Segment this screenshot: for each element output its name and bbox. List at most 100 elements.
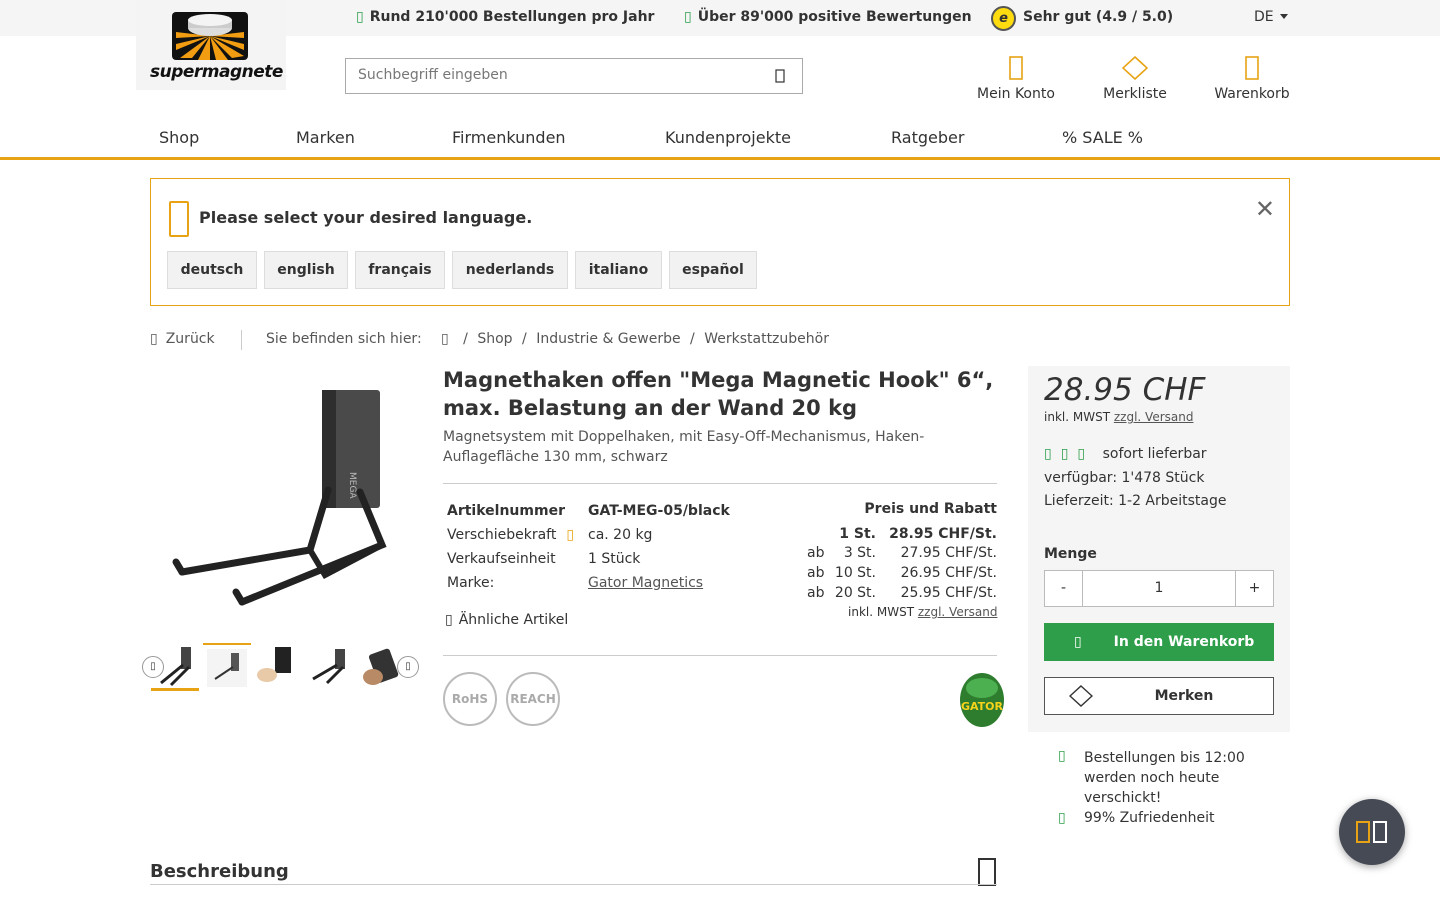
breadcrumb-separator: / <box>522 331 527 347</box>
chat-icon <box>1356 821 1387 843</box>
account-link[interactable]: Mein Konto <box>970 56 1062 102</box>
breadcrumb-separator: / <box>690 331 695 347</box>
product-image[interactable]: MEGA <box>160 380 410 620</box>
thumbnail-next-icon[interactable]: ▯ <box>397 656 419 678</box>
rohs-badge: RoHS <box>443 672 497 726</box>
add-to-cart-button[interactable]: ▯ In den Warenkorb <box>1044 623 1274 661</box>
breadcrumb-intro: Sie befinden sich hier: <box>266 331 422 347</box>
lang-button-deutsch[interactable]: deutsch <box>167 251 257 289</box>
thumbnail-image <box>312 649 345 685</box>
nav-sale[interactable]: % SALE % <box>1062 128 1143 147</box>
thumbs-up-icon: ▯ <box>1058 810 1066 826</box>
shipping-link[interactable]: zzgl. Versand <box>1114 410 1194 424</box>
close-icon[interactable]: ✕ <box>1255 195 1275 223</box>
gator-brand-logo[interactable]: GATOR <box>958 670 1006 728</box>
wishlist-link[interactable]: Merkliste <box>1095 56 1175 102</box>
main-nav: Shop Marken Firmenkunden Kundenprojekte … <box>0 114 1440 160</box>
quantity-plus-button[interactable]: + <box>1235 571 1273 606</box>
breadcrumb-industrie[interactable]: Industrie & Gewerbe <box>536 331 680 347</box>
user-icon <box>1009 56 1023 80</box>
trusted-shops-icon[interactable]: e <box>991 6 1016 31</box>
similar-articles-link[interactable]: ▯ Ähnliche Artikel <box>445 612 568 628</box>
divider <box>443 483 997 484</box>
tag-icon <box>1122 56 1148 80</box>
search-box <box>345 58 803 94</box>
spec-sku-label: Artikelnummer <box>447 503 565 519</box>
main-price: 28.95 CHF <box>1044 372 1206 408</box>
nav-kundenprojekte[interactable]: Kundenprojekte <box>665 128 791 147</box>
nav-marken[interactable]: Marken <box>296 128 355 147</box>
description-heading[interactable]: Beschreibung <box>150 861 289 882</box>
caret-down-icon <box>1279 14 1288 19</box>
lang-button-italiano[interactable]: italiano <box>575 251 662 289</box>
tier-qty: 20 St. <box>834 585 876 601</box>
lang-button-nederlands[interactable]: nederlands <box>452 251 568 289</box>
info-icon[interactable]: ▯ <box>566 527 574 543</box>
availability: ▯▯▯ sofort lieferbar <box>1044 446 1207 462</box>
spec-sku-value: GAT-MEG-05/black <box>588 503 730 519</box>
lang-button-english[interactable]: english <box>264 251 348 289</box>
tier-price: 27.95 CHF/St. <box>900 545 997 561</box>
tier-prefix: ab <box>807 545 825 561</box>
check-icon: ▯ <box>356 9 364 25</box>
breadcrumb-werkstatt[interactable]: Werkstattzubehör <box>704 331 829 347</box>
language-selector[interactable]: DE <box>1254 9 1288 25</box>
breadcrumb-shop[interactable]: Shop <box>477 331 512 347</box>
thumbnail-4[interactable] <box>305 643 353 691</box>
thumbnail-image <box>207 649 247 687</box>
product-subtitle: Magnetsystem mit Doppelhaken, mit Easy-O… <box>443 429 925 465</box>
delivery-time: Lieferzeit: 1-2 Arbeitstage <box>1044 493 1227 509</box>
search-input[interactable] <box>358 67 758 83</box>
benefit-shipping: Bestellungen bis 12:00 werden noch heute… <box>1084 750 1245 806</box>
reach-badge: REACH <box>506 672 560 726</box>
chevron-down-icon[interactable] <box>978 858 996 886</box>
search-icon: ▯ <box>445 612 453 628</box>
check-icon: ▯ <box>684 9 692 25</box>
wishlist-button[interactable]: Merken <box>1044 677 1274 715</box>
price-table-header: Preis und Rabatt <box>864 501 997 517</box>
logo-icon <box>172 12 248 60</box>
shipping-link[interactable]: zzgl. Versand <box>918 605 998 619</box>
search-icon[interactable] <box>772 68 788 84</box>
lightbulb-icon <box>169 201 189 237</box>
tier-price: 26.95 CHF/St. <box>900 565 997 581</box>
lang-button-espanol[interactable]: español <box>669 251 757 289</box>
thumbnail-prev-icon[interactable]: ▯ <box>142 656 164 678</box>
cart-icon: ▯ <box>1074 634 1082 650</box>
language-prompt: Please select your desired language. ✕ d… <box>150 178 1290 306</box>
tag-icon <box>1069 685 1093 707</box>
vat-note: inkl. MWST zzgl. Versand <box>1044 410 1194 424</box>
cart-link[interactable]: Warenkorb <box>1208 56 1296 102</box>
spec-force-label: Verschiebekraft ▯ <box>447 527 575 543</box>
chevron-left-icon: ▯ <box>150 331 158 347</box>
nav-shop[interactable]: Shop <box>159 128 199 147</box>
thumbnail-3[interactable] <box>253 643 301 691</box>
lang-button-francais[interactable]: français <box>355 251 445 289</box>
product-title: Magnethaken offen "Mega Magnetic Hook" 6… <box>443 368 994 420</box>
spec-unit-value: 1 Stück <box>588 551 641 567</box>
gator-logo-text: GATOR <box>961 700 1004 713</box>
usp-reviews: ▯ Über 89'000 positive Bewertungen <box>684 9 972 25</box>
back-link[interactable]: ▯ Zurück <box>150 331 215 347</box>
quantity-stepper: - 1 + <box>1044 570 1274 607</box>
divider <box>150 884 997 885</box>
logo[interactable]: supermagnete <box>136 0 286 90</box>
price-vat-note: inkl. MWST zzgl. Versand <box>848 605 998 619</box>
language-prompt-message: Please select your desired language. <box>199 208 533 227</box>
nav-firmenkunden[interactable]: Firmenkunden <box>452 128 566 147</box>
chat-button[interactable] <box>1339 799 1405 865</box>
divider <box>443 655 997 656</box>
tier-prefix: ab <box>807 565 825 581</box>
quantity-input[interactable]: 1 <box>1083 571 1235 606</box>
rating-text[interactable]: Sehr gut (4.9 / 5.0) <box>1023 9 1173 25</box>
tier-price: 25.95 CHF/St. <box>900 585 997 601</box>
brand-link[interactable]: Gator Magnetics <box>588 575 703 591</box>
breadcrumb-separator: / <box>463 331 468 347</box>
home-icon[interactable]: ▯ <box>441 331 449 347</box>
nav-ratgeber[interactable]: Ratgeber <box>891 128 964 147</box>
breadcrumb-divider <box>241 330 242 350</box>
stock-indicator-icon: ▯▯▯ <box>1044 446 1095 462</box>
tier-qty: 3 St. <box>843 545 876 561</box>
quantity-minus-button[interactable]: - <box>1045 571 1083 606</box>
thumbnail-2[interactable] <box>203 643 251 691</box>
